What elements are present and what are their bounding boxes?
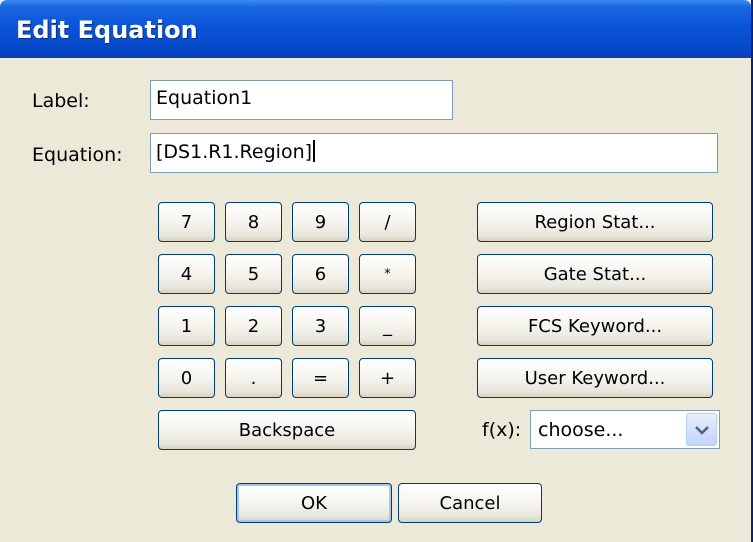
key-plus[interactable]: + bbox=[359, 358, 416, 398]
key-multiply[interactable]: * bbox=[359, 254, 416, 294]
key-6[interactable]: 6 bbox=[292, 254, 349, 294]
region-stat-button[interactable]: Region Stat... bbox=[477, 202, 713, 242]
key-equals[interactable]: = bbox=[292, 358, 349, 398]
window-title: Edit Equation bbox=[16, 16, 198, 44]
label-input-value: Equation1 bbox=[156, 87, 253, 109]
function-select[interactable]: choose... bbox=[530, 410, 720, 449]
equation-input-value: [DS1.R1.Region] bbox=[156, 141, 313, 163]
key-3[interactable]: 3 bbox=[292, 306, 349, 346]
key-7[interactable]: 7 bbox=[158, 202, 215, 242]
gate-stat-button[interactable]: Gate Stat... bbox=[477, 254, 713, 294]
key-0[interactable]: 0 bbox=[158, 358, 215, 398]
text-caret bbox=[313, 140, 316, 162]
key-underscore[interactable]: _ bbox=[359, 306, 416, 346]
key-decimal[interactable]: . bbox=[225, 358, 282, 398]
key-9[interactable]: 9 bbox=[292, 202, 349, 242]
key-divide[interactable]: / bbox=[359, 202, 416, 242]
key-2[interactable]: 2 bbox=[225, 306, 282, 346]
backspace-button[interactable]: Backspace bbox=[158, 410, 416, 450]
equation-input[interactable]: [DS1.R1.Region] bbox=[150, 133, 718, 173]
cancel-button[interactable]: Cancel bbox=[398, 483, 542, 523]
equation-caption: Equation: bbox=[32, 144, 123, 166]
user-keyword-button[interactable]: User Keyword... bbox=[477, 358, 713, 398]
fcs-keyword-button[interactable]: FCS Keyword... bbox=[477, 306, 713, 346]
function-select-value: choose... bbox=[538, 419, 624, 441]
key-4[interactable]: 4 bbox=[158, 254, 215, 294]
title-bar[interactable]: Edit Equation bbox=[0, 0, 751, 58]
key-5[interactable]: 5 bbox=[225, 254, 282, 294]
key-8[interactable]: 8 bbox=[225, 202, 282, 242]
function-caption: f(x): bbox=[482, 419, 522, 441]
label-input[interactable]: Equation1 bbox=[150, 80, 453, 120]
label-caption: Label: bbox=[32, 90, 90, 112]
chevron-down-icon[interactable] bbox=[686, 413, 717, 446]
ok-button[interactable]: OK bbox=[236, 483, 392, 523]
key-1[interactable]: 1 bbox=[158, 306, 215, 346]
edit-equation-dialog: Edit Equation Label: Equation1 Equation:… bbox=[0, 0, 753, 542]
